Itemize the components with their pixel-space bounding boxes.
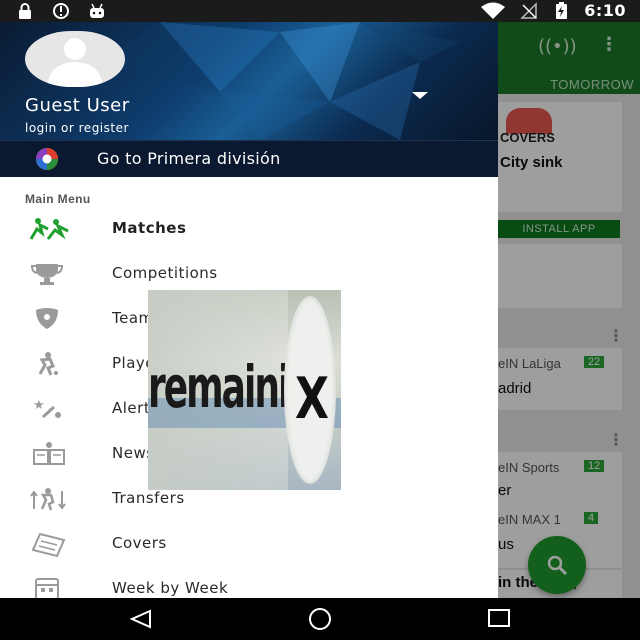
svg-text:★: ★ [33,398,45,413]
drawer-header: Guest User login or register [0,22,498,140]
login-register-link[interactable]: login or register [25,121,129,135]
laliga-logo-icon [36,148,58,170]
overlay-ad[interactable]: remaining X [148,290,341,490]
close-icon[interactable]: X [295,366,329,432]
shield-icon [36,308,58,329]
menu-section-title: Main Menu [25,192,91,206]
player-kicking-icon [38,352,58,376]
account-dropdown-icon[interactable] [412,92,428,99]
back-icon [129,609,151,629]
players-running-icon [29,218,69,240]
status-bar: 6:10 [0,0,640,22]
recents-icon [488,609,510,627]
league-link-label: Go to Primera división [97,149,281,168]
info-icon [53,3,69,19]
league-link[interactable]: Go to Primera división [0,140,498,177]
user-silhouette-icon [47,38,103,87]
transfers-icon [30,488,66,511]
android-icon [90,3,104,18]
clock: 6:10 [584,1,626,20]
menu-item-label: Competitions [112,264,218,282]
home-button[interactable] [290,598,350,640]
menu-item-week-by-week[interactable]: Week by Week [0,567,498,598]
menu-item-label: Week by Week [112,579,229,597]
newspaper-icon [33,442,65,465]
user-name: Guest User [25,95,130,116]
no-signal-icon [520,1,537,19]
trophy-icon [30,264,64,285]
system-nav-bar [0,598,640,640]
alerts-icon: ★ [33,398,61,419]
home-icon [309,608,331,630]
background-pattern [100,22,460,140]
menu-item-label: Covers [112,534,167,552]
menu-item-covers[interactable]: Covers [0,522,498,566]
lock-icon [19,3,31,19]
menu-item-label: Matches [112,219,187,237]
recents-button[interactable] [470,598,530,640]
calendar-icon [35,578,59,598]
back-button[interactable] [112,598,172,640]
avatar[interactable] [25,31,125,87]
menu-item-matches[interactable]: Matches [0,207,498,251]
covers-icon [31,532,66,558]
menu-item-label: Transfers [112,489,185,507]
battery-charging-icon [556,1,568,19]
drawer-scrim[interactable] [498,22,640,598]
wifi-icon [481,2,506,19]
